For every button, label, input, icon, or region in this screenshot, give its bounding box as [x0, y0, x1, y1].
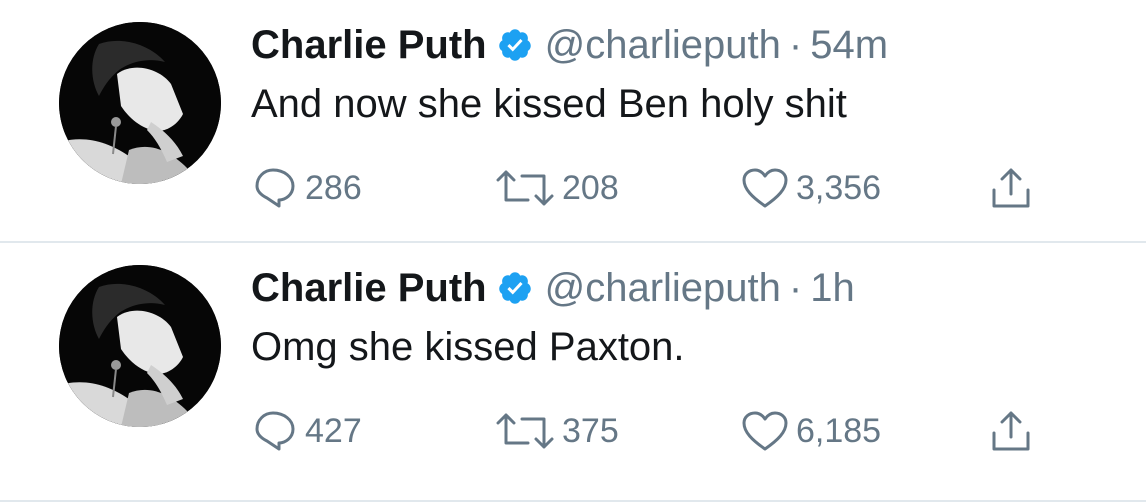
- reply-button[interactable]: 286: [253, 166, 362, 210]
- like-count: 6,185: [796, 411, 882, 450]
- like-button[interactable]: 3,356: [740, 166, 881, 210]
- separator-dot: ·: [788, 265, 803, 310]
- like-count: 3,356: [796, 168, 882, 207]
- retweet-button[interactable]: 208: [494, 166, 619, 210]
- author-handle[interactable]: @charlieputh: [545, 266, 781, 311]
- reply-count: 427: [305, 411, 362, 450]
- reply-button[interactable]: 427: [253, 409, 362, 453]
- separator-dot: ·: [788, 22, 803, 67]
- retweet-icon: [496, 413, 554, 449]
- like-button[interactable]: 6,185: [740, 409, 881, 453]
- retweet-count: 208: [562, 168, 619, 207]
- timestamp[interactable]: 1h: [810, 266, 855, 311]
- retweet-button[interactable]: 375: [494, 409, 619, 453]
- tweet-actions: 427 375 6,185: [0, 409, 1146, 453]
- share-icon: [992, 168, 1030, 208]
- author-handle[interactable]: @charlieputh: [545, 23, 781, 68]
- share-button[interactable]: [988, 409, 1034, 453]
- tweet-header: Charlie Puth @charlieputh · 54m: [251, 22, 888, 68]
- tweet-actions: 286 208 3,356: [0, 166, 1146, 210]
- tweet-header: Charlie Puth @charlieputh · 1h: [251, 265, 855, 311]
- like-icon: [742, 411, 788, 451]
- retweet-count: 375: [562, 411, 619, 450]
- share-icon: [992, 411, 1030, 451]
- avatar[interactable]: [59, 265, 221, 427]
- like-icon: [742, 168, 788, 208]
- avatar-photo-icon: [59, 22, 221, 184]
- timestamp[interactable]: 54m: [810, 23, 888, 68]
- avatar[interactable]: [59, 22, 221, 184]
- tweet-text: And now she kissed Ben holy shit: [251, 82, 847, 126]
- verified-badge-icon: [497, 270, 533, 306]
- divider: [0, 500, 1146, 502]
- tweet[interactable]: Charlie Puth @charlieputh · 1h Omg she k…: [0, 243, 1146, 485]
- author-name[interactable]: Charlie Puth: [251, 266, 487, 311]
- avatar-photo-icon: [59, 265, 221, 427]
- reply-count: 286: [305, 168, 362, 207]
- tweet-text: Omg she kissed Paxton.: [251, 325, 685, 369]
- share-button[interactable]: [988, 166, 1034, 210]
- retweet-icon: [496, 170, 554, 206]
- author-name[interactable]: Charlie Puth: [251, 23, 487, 68]
- reply-icon: [255, 168, 295, 208]
- tweet[interactable]: Charlie Puth @charlieputh · 54m And now …: [0, 0, 1146, 242]
- tweet-feed: Charlie Puth @charlieputh · 54m And now …: [0, 0, 1146, 504]
- verified-badge-icon: [497, 27, 533, 63]
- reply-icon: [255, 411, 295, 451]
